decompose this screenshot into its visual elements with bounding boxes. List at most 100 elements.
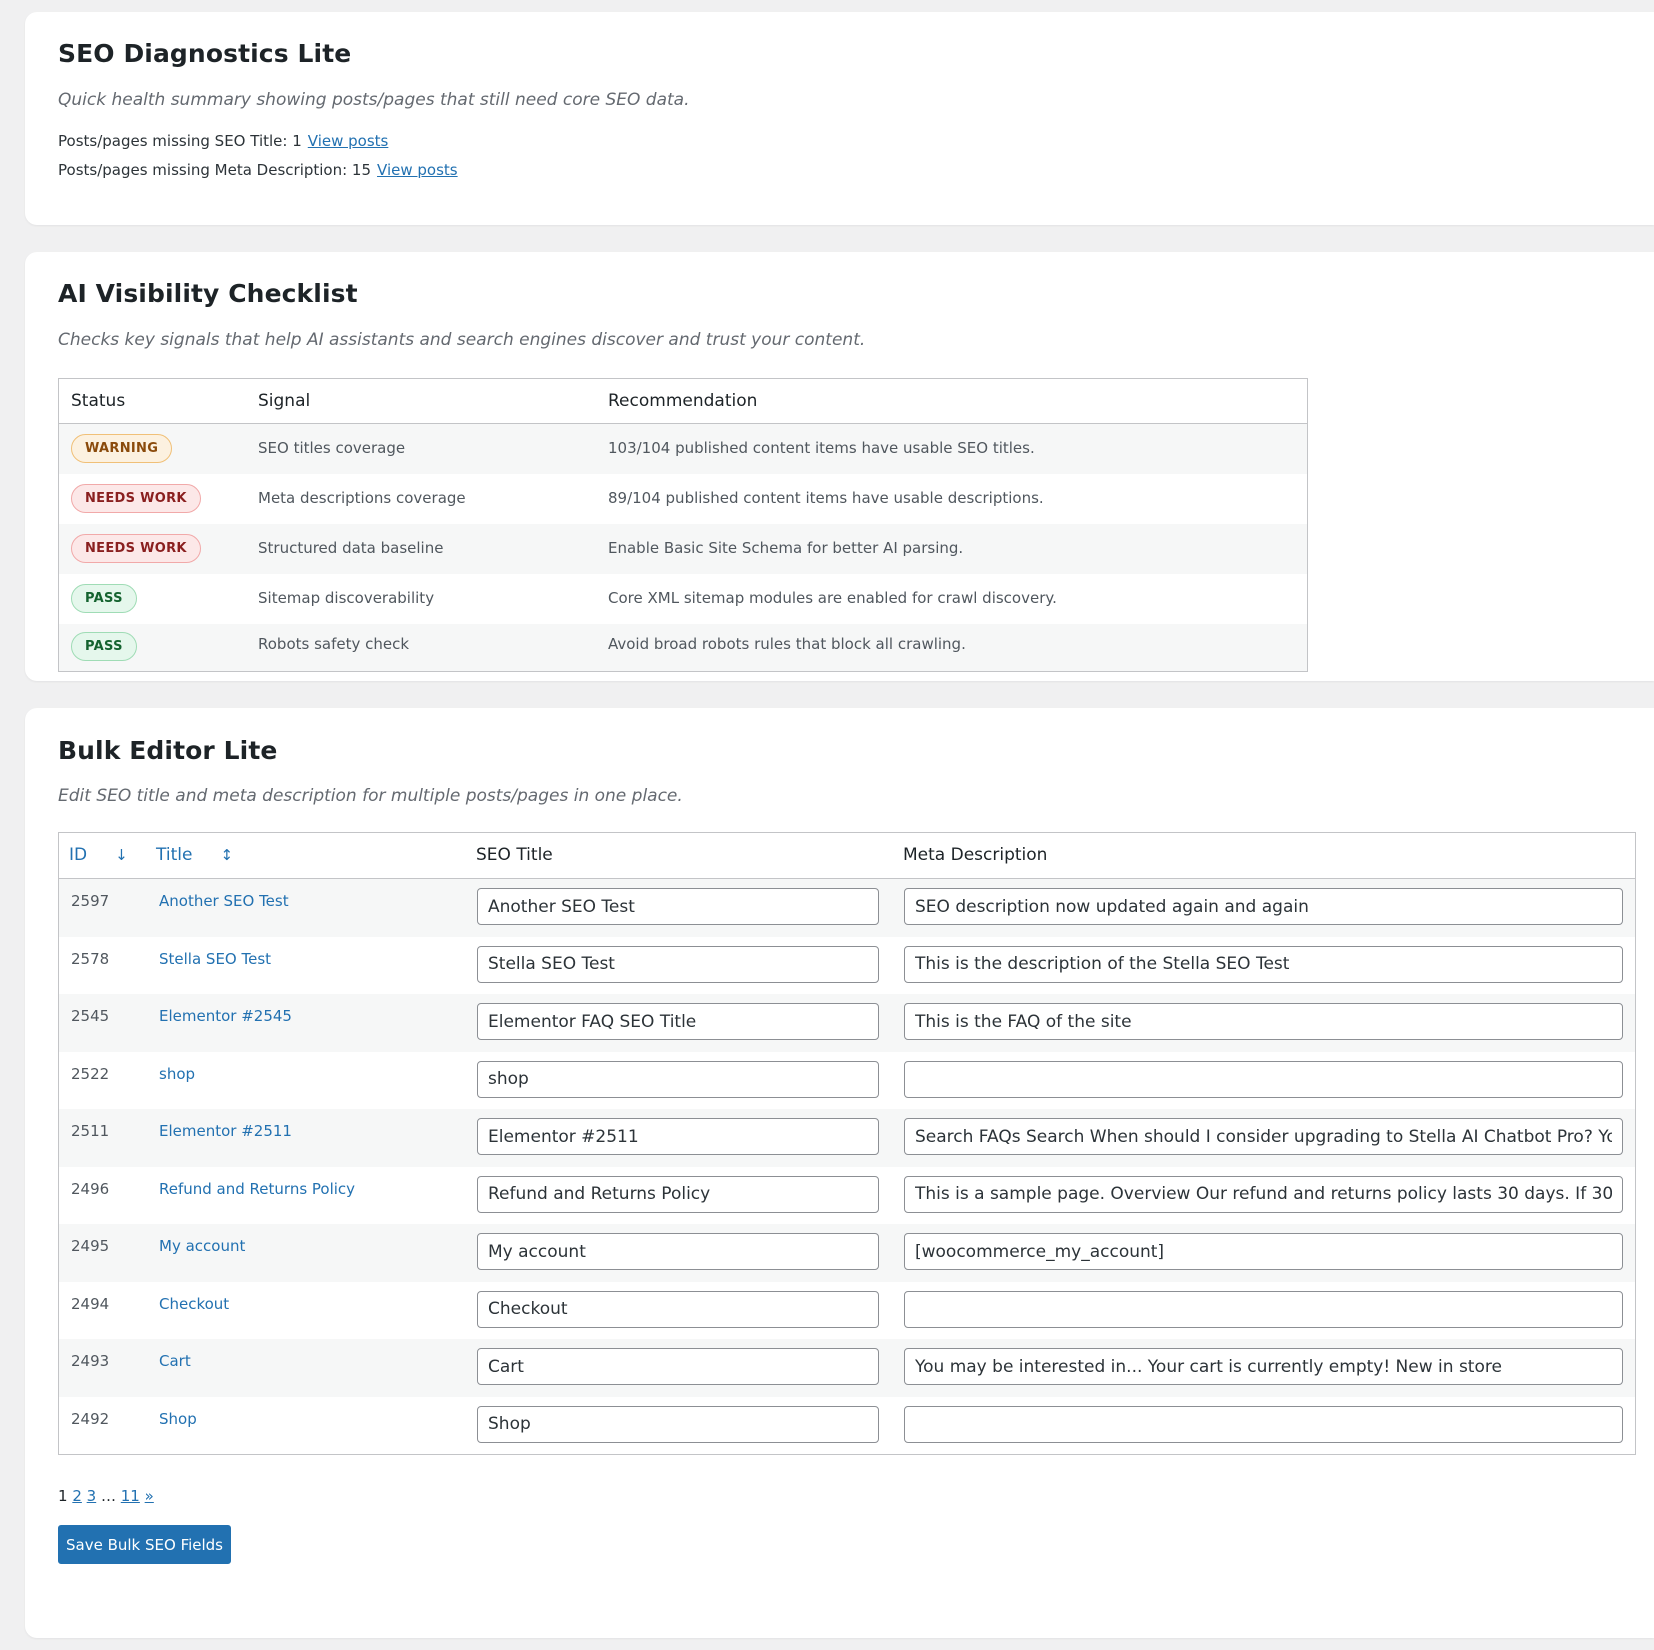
recommendation-cell: Enable Basic Site Schema for better AI p… [608,539,964,557]
table-row: 2496 Refund and Returns Policy [59,1167,1635,1225]
recommendation-cell: 89/104 published content items have usab… [608,489,1044,507]
row-title-link[interactable]: Checkout [159,1295,229,1313]
checklist-description: Checks key signals that help AI assistan… [58,330,866,350]
checklist-header-row: Status Signal Recommendation [59,379,1307,424]
checklist-title: AI Visibility Checklist [58,279,358,308]
seo-title-input[interactable] [477,1405,879,1443]
header-title: Title [156,845,193,865]
table-row: 2511 Elementor #2511 [59,1109,1635,1167]
row-id: 2511 [71,1122,110,1140]
row-title-link[interactable]: Elementor #2545 [159,1007,292,1025]
table-row: 2494 Checkout [59,1282,1635,1340]
table-row: 2578 Stella SEO Test [59,937,1635,995]
row-id: 2493 [71,1352,110,1370]
meta-description-input[interactable] [904,1175,1623,1213]
save-bulk-seo-fields-button[interactable]: Save Bulk SEO Fields [58,1525,231,1564]
signal-cell: Robots safety check [258,635,410,653]
bulk-description: Edit SEO title and meta description for … [58,786,683,806]
row-title-link[interactable]: Cart [159,1352,191,1370]
meta-description-input[interactable] [904,888,1623,925]
row-id: 2494 [71,1294,110,1313]
table-row: 2522 shop [59,1052,1635,1110]
bulk-editor-table: ID ↓ Title ↕ SEO Title Meta Description 25… [58,832,1636,1455]
seo-title-input[interactable] [477,945,879,983]
header-title-sort[interactable]: Title ↕ [156,845,233,865]
status-badge: PASS [71,632,137,661]
checklist-row: NEEDS WORK Structured data baseline Enab… [59,524,1307,574]
signal-cell: Sitemap discoverability [258,589,435,607]
seo-diagnostics-card: SEO Diagnostics Lite Quick health summar… [25,12,1654,225]
header-recommendation: Recommendation [608,391,758,411]
missing-meta-line: Posts/pages missing Meta Description: 15… [58,161,458,179]
header-seo-title: SEO Title [476,845,553,865]
page-link-3[interactable]: 3 [87,1487,97,1505]
table-row: 2492 Shop [59,1397,1635,1455]
table-row: 2493 Cart [59,1339,1635,1397]
page-link-last[interactable]: 11 [121,1487,140,1505]
header-id-sort[interactable]: ID ↓ [69,845,128,865]
header-status: Status [71,391,126,411]
status-badge: NEEDS WORK [71,534,201,563]
seo-title-input[interactable] [477,888,879,925]
meta-description-input[interactable] [904,1233,1623,1270]
recommendation-cell: Core XML sitemap modules are enabled for… [608,589,1057,607]
table-row: 2545 Elementor #2545 [59,994,1635,1052]
missing-seo-title-label: Posts/pages missing SEO Title: 1 [58,132,302,150]
header-signal: Signal [258,391,311,411]
signal-cell: Structured data baseline [258,539,444,557]
sort-down-icon: ↓ [115,846,128,864]
recommendation-cell: Avoid broad robots rules that block all … [608,635,966,653]
row-id: 2597 [71,892,110,910]
meta-description-input[interactable] [904,945,1623,983]
checklist-table: Status Signal Recommendation WARNING SEO… [58,378,1308,672]
row-title-link[interactable]: My account [159,1237,245,1255]
checklist-row: WARNING SEO titles coverage 103/104 publ… [59,424,1307,474]
page-link-2[interactable]: 2 [72,1487,82,1505]
view-posts-missing-meta-link[interactable]: View posts [377,161,458,179]
meta-description-input[interactable] [904,1003,1623,1040]
row-title-link[interactable]: Another SEO Test [159,892,289,910]
meta-description-input[interactable] [904,1060,1623,1098]
row-id: 2545 [71,1007,110,1025]
pagination: 1 2 3 … 11 » [58,1487,154,1505]
page-next-link[interactable]: » [145,1487,154,1505]
row-id: 2495 [71,1237,110,1255]
view-posts-missing-title-link[interactable]: View posts [308,132,389,150]
meta-description-input[interactable] [904,1118,1623,1155]
sort-both-icon: ↕ [220,846,234,864]
bulk-header-row: ID ↓ Title ↕ SEO Title Meta Description [59,833,1635,879]
meta-description-input[interactable] [904,1290,1623,1328]
row-title-link[interactable]: Stella SEO Test [159,950,271,968]
status-badge: NEEDS WORK [71,484,201,513]
checklist-row: PASS Robots safety check Avoid broad rob… [59,624,1307,671]
row-id: 2522 [71,1064,110,1083]
checklist-row: NEEDS WORK Meta descriptions coverage 89… [59,474,1307,524]
signal-cell: Meta descriptions coverage [258,489,466,507]
diagnostics-description: Quick health summary showing posts/pages… [58,90,690,110]
meta-description-input[interactable] [904,1348,1623,1385]
seo-title-input[interactable] [477,1348,879,1385]
diagnostics-title: SEO Diagnostics Lite [58,39,352,68]
status-badge: PASS [71,584,137,613]
seo-title-input[interactable] [477,1118,879,1155]
bulk-title: Bulk Editor Lite [58,736,278,765]
seo-title-input[interactable] [477,1003,879,1040]
row-id: 2578 [71,949,110,968]
row-title-link[interactable]: Shop [159,1410,197,1428]
ai-visibility-card: AI Visibility Checklist Checks key signa… [25,252,1654,681]
missing-meta-label: Posts/pages missing Meta Description: 15 [58,161,372,179]
row-title-link[interactable]: Refund and Returns Policy [159,1180,355,1198]
row-title-link[interactable]: shop [159,1065,195,1083]
row-title-link[interactable]: Elementor #2511 [159,1122,292,1140]
seo-title-input[interactable] [477,1175,879,1213]
seo-title-input[interactable] [477,1290,879,1328]
seo-title-input[interactable] [477,1233,879,1270]
bulk-editor-card: Bulk Editor Lite Edit SEO title and meta… [25,708,1654,1638]
seo-title-input[interactable] [477,1060,879,1098]
meta-description-input[interactable] [904,1405,1623,1443]
status-badge: WARNING [71,434,173,463]
page-ellipsis: … [100,1487,116,1505]
table-row: 2597 Another SEO Test [59,879,1635,937]
missing-seo-title-line: Posts/pages missing SEO Title: 1 View pos… [58,132,388,150]
row-id: 2496 [71,1179,110,1198]
